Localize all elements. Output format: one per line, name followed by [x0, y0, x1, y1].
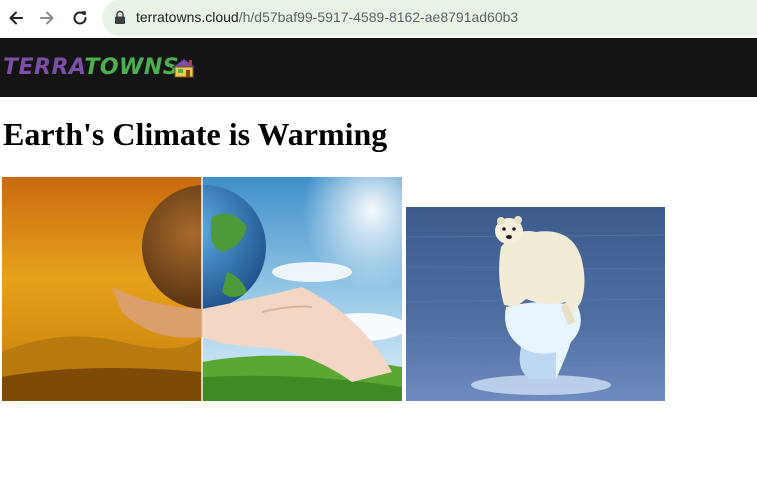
site-logo[interactable]: TERRATOWNS — [3, 56, 179, 80]
lock-icon[interactable] — [114, 10, 126, 25]
url-text[interactable]: terratowns.cloud/h/d57baf99-5917-4589-81… — [136, 9, 518, 25]
logo-text-towns: TOWNS — [84, 55, 180, 80]
forward-button[interactable] — [34, 5, 60, 31]
logo-text-terra: TERRA — [3, 55, 85, 80]
url-host: terratowns.cloud — [136, 9, 239, 25]
earth-hand-image — [2, 177, 402, 401]
page-title: Earth's Climate is Warming — [3, 116, 388, 152]
reload-icon — [73, 11, 87, 25]
browser-toolbar: terratowns.cloud/h/d57baf99-5917-4589-81… — [0, 0, 757, 38]
site-header: TERRATOWNS — [0, 38, 757, 97]
url-path: /h/d57baf99-5917-4589-8162-ae8791ad60b3 — [238, 9, 519, 25]
polar-bear-image — [406, 207, 665, 401]
address-bar[interactable]: terratowns.cloud/h/d57baf99-5917-4589-81… — [102, 0, 757, 36]
arrow-left-icon — [9, 11, 23, 25]
back-button[interactable] — [3, 5, 29, 31]
arrow-right-icon — [40, 11, 54, 25]
reload-button[interactable] — [67, 5, 93, 31]
house-icon — [171, 58, 197, 78]
